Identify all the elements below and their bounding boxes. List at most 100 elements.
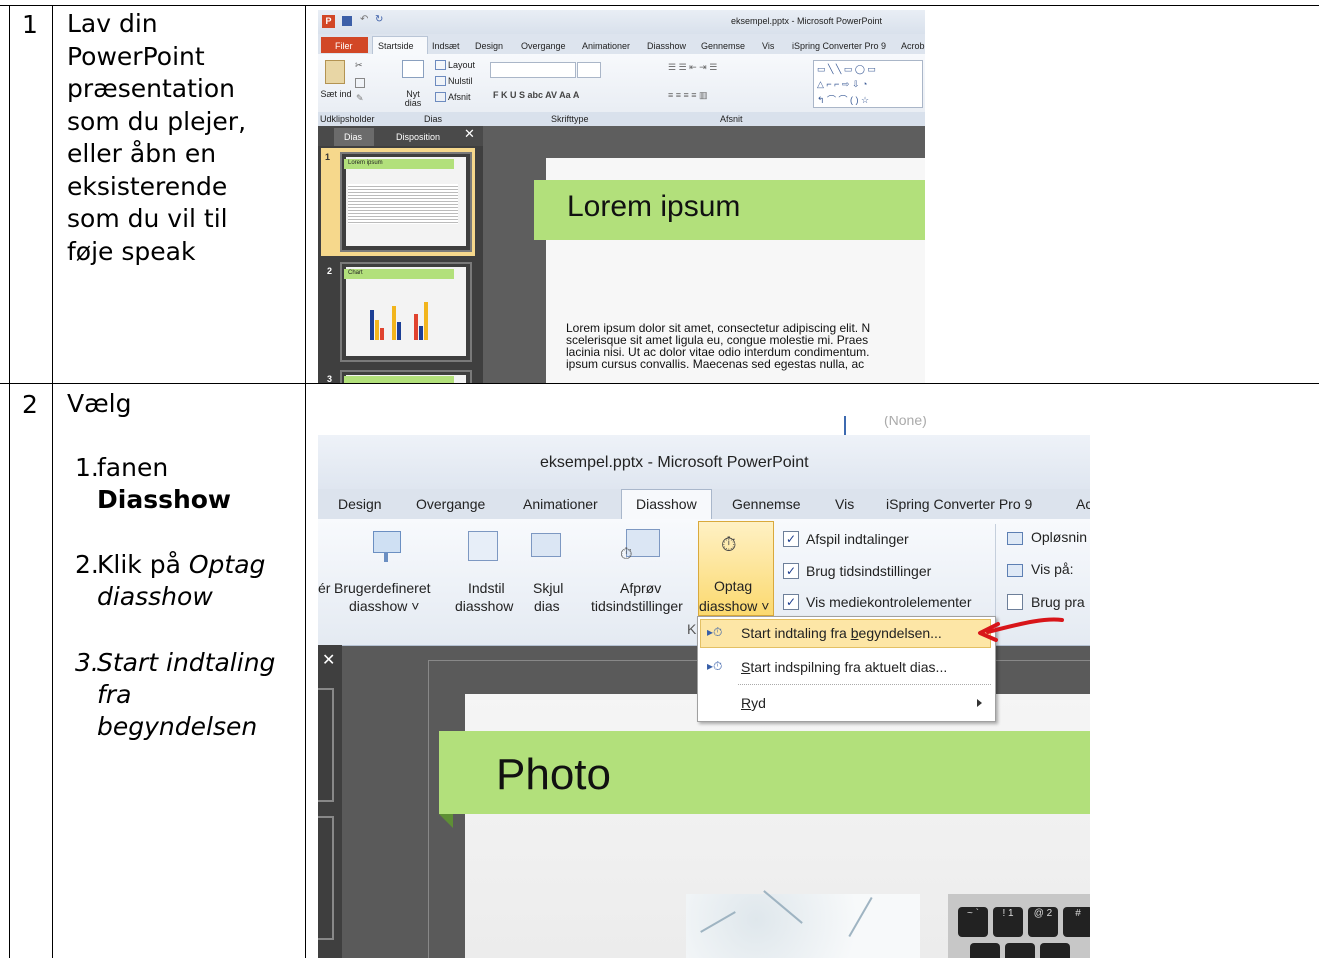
paragraph-align-icons[interactable]: ≡ ≡ ≡ ≡ ▥ <box>668 90 708 101</box>
thumb-number-2: 2 <box>327 266 333 276</box>
step-3-line-2: fra <box>97 680 132 709</box>
redo-icon[interactable]: ↻ <box>375 14 383 25</box>
save-icon[interactable] <box>342 16 352 26</box>
thumb-2-chart-bar <box>392 306 396 340</box>
row-1-line: som du plejer, <box>67 106 247 136</box>
tab-ispring[interactable]: iSpring Converter Pro 9 <box>886 496 1032 512</box>
custom-show-button-line2[interactable]: diasshow ˅ <box>349 598 419 614</box>
red-arrow-annotation <box>978 617 1064 642</box>
tab-vis[interactable]: Vis <box>762 41 774 51</box>
menu-start-from-beginning[interactable]: Start indtaling fra begyndelsen... <box>741 625 942 641</box>
thumb-2-page <box>346 267 466 356</box>
tab-gennemse[interactable]: Gennemse <box>732 496 800 512</box>
tab-gennemse[interactable]: Gennemse <box>701 41 745 51</box>
use-timings-checkbox[interactable]: ✓ <box>783 563 799 579</box>
tab-animationer[interactable]: Animationer <box>582 41 630 51</box>
layout-button[interactable]: Layout <box>448 60 475 70</box>
font-size-box[interactable] <box>577 62 601 78</box>
format-painter-icon[interactable]: ✎ <box>356 94 364 104</box>
title-bar: P ↶ ↻ eksempel.pptx - Microsoft PowerPoi… <box>318 10 925 35</box>
window-title: eksempel.pptx - Microsoft PowerPoint <box>540 454 809 471</box>
hide-slide-icon[interactable] <box>531 533 561 557</box>
section-icon[interactable] <box>435 92 446 102</box>
hide-slide-button[interactable]: Skjul <box>533 580 563 596</box>
thumb-2-chart-bar <box>424 302 428 340</box>
keyboard-key <box>970 943 1000 958</box>
tab-acrobat[interactable]: Acrob <box>901 41 925 51</box>
step-3-line-1: Start indtaling <box>97 648 276 677</box>
row-2-intro: Vælg <box>67 389 132 418</box>
tab-design[interactable]: Design <box>475 41 503 51</box>
resolution-icon[interactable] <box>1007 532 1023 545</box>
group-label-slides: Dias <box>424 114 443 124</box>
menu-clear[interactable]: Ryd <box>741 695 766 711</box>
show-on-icon[interactable] <box>1007 564 1023 577</box>
thumb-number-1: 1 <box>325 152 331 162</box>
row-1-line: PowerPoint <box>67 41 205 71</box>
tab-design[interactable]: Design <box>338 496 382 512</box>
row-1-line: som du vil til <box>67 204 228 233</box>
copy-icon[interactable] <box>355 78 365 88</box>
cut-icon[interactable]: ✂ <box>355 61 363 71</box>
setup-slideshow-button[interactable]: Indstil <box>468 580 505 596</box>
panel-tab-disposition[interactable]: Disposition <box>396 132 440 142</box>
presenter-view-checkbox[interactable] <box>1007 594 1023 610</box>
record-from-current-icon: ▸⏱ <box>707 659 723 673</box>
thumb-2-chart-bar <box>414 314 418 340</box>
tab-animationer[interactable]: Animationer <box>523 496 598 512</box>
partial-thumbnail-2[interactable] <box>318 816 334 940</box>
tab-ispring[interactable]: iSpring Converter Pro 9 <box>792 41 886 51</box>
step-3-line-3: begyndelsen <box>97 712 258 741</box>
undo-icon[interactable]: ↶ <box>360 14 368 25</box>
resolution-label[interactable]: Opløsnin <box>1031 529 1087 545</box>
thumb-1-text-lines <box>348 184 458 224</box>
tab-diasshow[interactable]: Diasshow <box>647 41 686 51</box>
rehearse-timings-button-line2[interactable]: tidsindstillinger <box>591 598 683 614</box>
main-slide-body: Lorem ipsum dolor sit amet, consectetur … <box>566 322 870 370</box>
setup-slideshow-icon[interactable] <box>468 531 498 561</box>
play-narrations-checkbox[interactable]: ✓ <box>783 531 799 547</box>
use-timings-label: Brug tidsindstillinger <box>806 563 932 579</box>
tab-overgange[interactable]: Overgange <box>416 496 485 512</box>
stopwatch-icon: ⏱ <box>620 544 633 563</box>
rehearse-timings-button[interactable]: Afprøv <box>620 580 661 596</box>
menu-start-from-current[interactable]: Start indspilning fra aktuelt dias... <box>741 659 947 675</box>
hide-slide-button-line2[interactable]: dias <box>534 598 560 614</box>
new-slide-icon[interactable] <box>402 60 424 78</box>
window-title: eksempel.pptx - Microsoft PowerPoint <box>731 16 883 26</box>
reset-button[interactable]: Nulstil <box>448 76 473 86</box>
paste-label[interactable]: Sæt ind <box>320 90 352 99</box>
new-slide-label[interactable]: Nyt dias <box>398 90 428 108</box>
font-format-icons[interactable]: F K U S abc AV Aa A <box>493 90 579 100</box>
partial-thumbnail-1[interactable] <box>318 688 334 802</box>
tab-indsaet[interactable]: Indsæt <box>432 41 460 51</box>
font-name-box[interactable] <box>490 62 576 78</box>
tab-vis[interactable]: Vis <box>835 496 854 512</box>
section-button[interactable]: Afsnit <box>448 92 471 102</box>
close-panel-icon[interactable]: ✕ <box>322 650 335 669</box>
row-1-line: føje speak <box>67 236 196 266</box>
show-on-label[interactable]: Vis på: <box>1031 561 1074 577</box>
show-media-controls-checkbox[interactable]: ✓ <box>783 594 799 610</box>
tab-acrobat[interactable]: Ac <box>1076 496 1090 512</box>
menu-separator <box>738 684 991 685</box>
row-1-number: 1 <box>22 10 38 39</box>
shapes-icons: ▭ ╲ ╲ ▭ ◯ ▭ <box>817 64 876 74</box>
custom-show-button[interactable]: Brugerdefineret <box>334 580 431 596</box>
menu-item-text: egyndelsen... <box>858 625 942 641</box>
custom-show-icon[interactable] <box>373 531 401 553</box>
setup-slideshow-button-line2[interactable]: diasshow <box>455 598 513 614</box>
paste-icon[interactable] <box>325 60 345 84</box>
close-panel-icon[interactable]: ✕ <box>464 127 475 142</box>
layout-icon[interactable] <box>435 60 446 70</box>
keyboard-key: ~ ` <box>958 907 988 937</box>
paragraph-format-icons[interactable]: ☰ ☰ ⇤ ⇥ ☰ <box>668 62 717 73</box>
powerpoint-logo-icon: P <box>322 15 335 28</box>
column-divider-1 <box>52 5 53 958</box>
background-window-strip <box>318 416 1090 435</box>
thumb-number-3: 3 <box>327 374 333 383</box>
reset-icon[interactable] <box>435 76 446 86</box>
step-1-bold: Diasshow <box>97 485 232 514</box>
tab-overgange[interactable]: Overgange <box>521 41 566 51</box>
menu-item-accel: b <box>850 625 859 641</box>
